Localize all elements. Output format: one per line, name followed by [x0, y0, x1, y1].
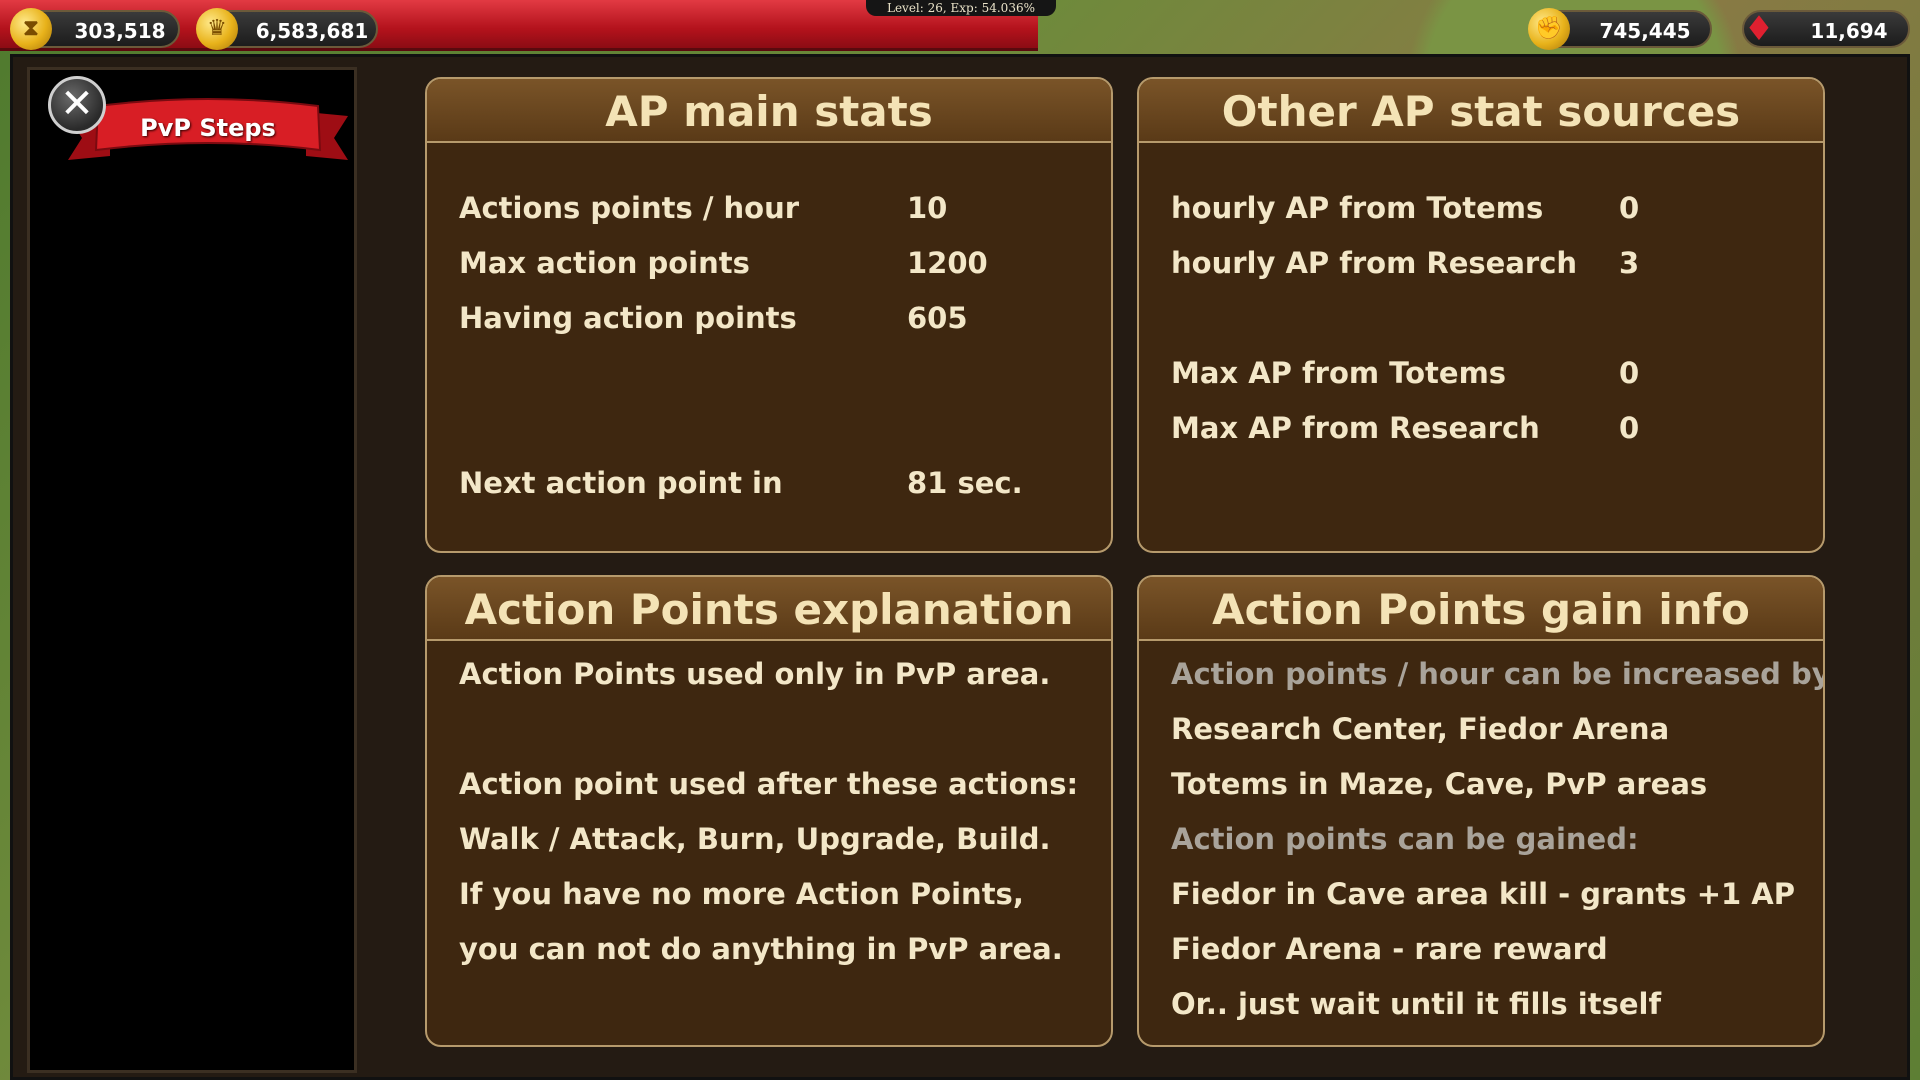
- info-line: Fiedor in Cave area kill - grants +1 AP: [1171, 877, 1796, 911]
- stat-row: Actions points / hour 10: [459, 181, 1111, 236]
- info-line: Or.. just wait until it fills itself: [1171, 987, 1662, 1021]
- stat-value: 81 sec.: [907, 466, 1023, 500]
- stat-label: Next action point in: [459, 466, 783, 500]
- close-icon: ✕: [60, 81, 94, 127]
- info-line: Walk / Attack, Burn, Upgrade, Build.: [459, 822, 1051, 856]
- stat-row: Having action points 605: [459, 291, 1111, 346]
- resource-counter-1[interactable]: ⧗ 303,518: [10, 8, 180, 50]
- stat-label: hourly AP from Totems: [1171, 191, 1544, 225]
- info-line: Totems in Maze, Cave, PvP areas: [1171, 767, 1708, 801]
- stat-value: 0: [1619, 411, 1640, 445]
- stat-row: Max action points 1200: [459, 236, 1111, 291]
- info-line: If you have no more Action Points,: [459, 877, 1024, 911]
- ap-main-stats-panel: AP main stats Actions points / hour 10 M…: [425, 77, 1113, 553]
- stat-label: Max AP from Totems: [1171, 356, 1507, 390]
- stat-value: 10: [907, 191, 948, 225]
- stat-row: hourly AP from Research 3: [1171, 236, 1823, 291]
- resource-value-3: 745,445: [1599, 19, 1691, 43]
- panel-title: AP main stats: [427, 79, 1111, 143]
- info-heading: Action points / hour can be increased by…: [1171, 657, 1825, 691]
- stat-label: Actions points / hour: [459, 191, 800, 225]
- close-button[interactable]: ✕: [48, 76, 106, 134]
- info-heading: Action points can be gained:: [1171, 822, 1639, 856]
- panel-title: Action Points gain info: [1139, 577, 1823, 641]
- stat-value: 3: [1619, 246, 1640, 280]
- info-line: Research Center, Fiedor Arena: [1171, 712, 1670, 746]
- stat-label: Max action points: [459, 246, 750, 280]
- stat-value: 605: [907, 301, 968, 335]
- stat-value: 0: [1619, 191, 1640, 225]
- resource-counter-3[interactable]: ✊ 745,445: [1528, 8, 1712, 50]
- action-points-modal: ✕ PvP Steps AP main stats Actions points…: [10, 54, 1910, 1080]
- stat-label: Max AP from Research: [1171, 411, 1540, 445]
- stat-label: Having action points: [459, 301, 797, 335]
- stat-row: Max AP from Research 0: [1171, 401, 1823, 456]
- stat-row: Max AP from Totems 0: [1171, 346, 1823, 401]
- panel-title: Other AP stat sources: [1139, 79, 1823, 143]
- stat-value: 1200: [907, 246, 988, 280]
- resource-value-1: 303,518: [74, 19, 166, 43]
- level-exp-label: Level: 26, Exp: 54.036%: [866, 0, 1056, 16]
- ap-explanation-panel: Action Points explanation Action Points …: [425, 575, 1113, 1047]
- top-hud: Level: 26, Exp: 54.036% ⧗ 303,518 ♛ 6,58…: [0, 0, 1920, 51]
- info-line: Action Points used only in PvP area.: [459, 657, 1051, 691]
- info-line: you can not do anything in PvP area.: [459, 932, 1063, 966]
- info-line: Fiedor Arena - rare reward: [1171, 932, 1608, 966]
- crown-coin-icon: ♛: [196, 8, 238, 50]
- panel-title: Action Points explanation: [427, 577, 1111, 641]
- fist-coin-icon: ✊: [1528, 8, 1570, 50]
- sidebar-title: PvP Steps: [140, 114, 276, 142]
- stat-label: hourly AP from Research: [1171, 246, 1578, 280]
- stat-value: 0: [1619, 356, 1640, 390]
- info-line: Action point used after these actions:: [459, 767, 1079, 801]
- resource-counter-2[interactable]: ♛ 6,583,681: [196, 8, 378, 50]
- stat-row: hourly AP from Totems 0: [1171, 181, 1823, 236]
- other-ap-sources-panel: Other AP stat sources hourly AP from Tot…: [1137, 77, 1825, 553]
- resource-value-2: 6,583,681: [255, 19, 369, 43]
- stat-row: Next action point in 81 sec.: [459, 456, 1111, 511]
- hourglass-coin-icon: ⧗: [10, 8, 52, 50]
- resource-value-4: 11,694: [1810, 19, 1888, 43]
- pvp-steps-sidebar: ✕ PvP Steps: [27, 67, 357, 1073]
- resource-counter-4[interactable]: ♦ 11,694: [1742, 10, 1910, 48]
- ruby-gem-icon: ♦: [1743, 9, 1775, 49]
- ap-gain-info-panel: Action Points gain info Action points / …: [1137, 575, 1825, 1047]
